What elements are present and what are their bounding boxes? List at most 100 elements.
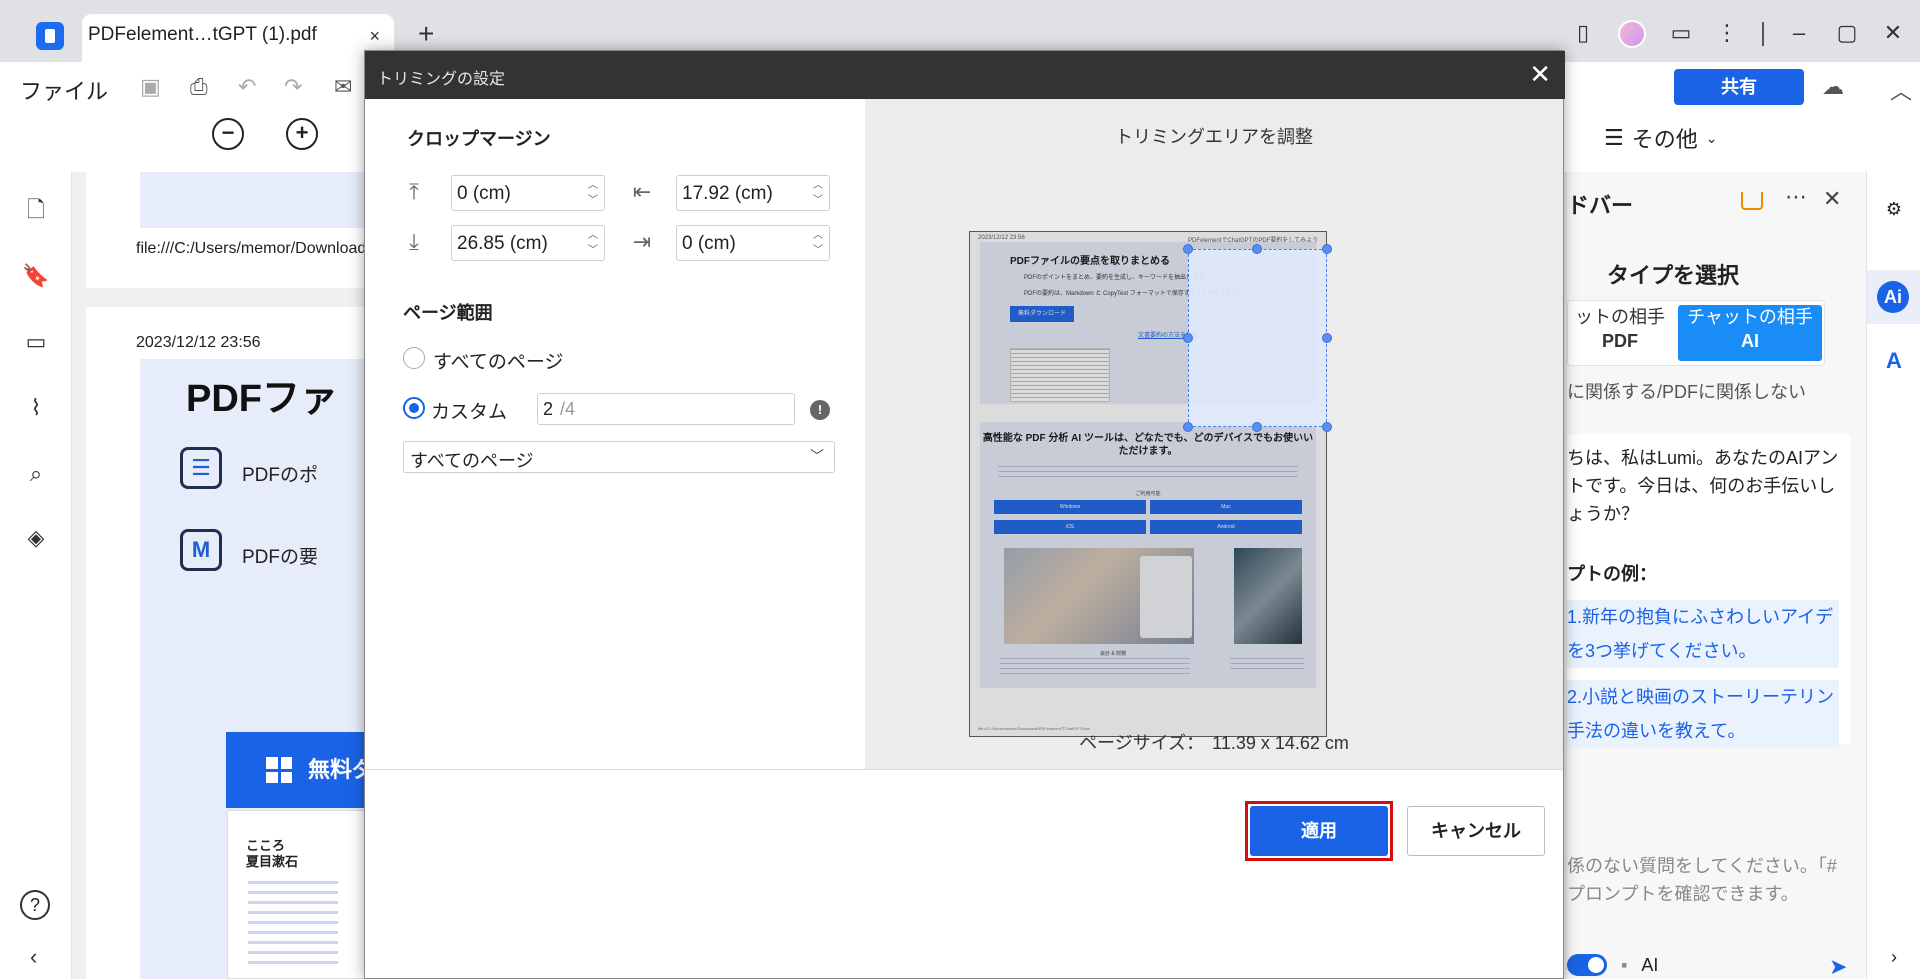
cloud-upload-icon[interactable]: ☁ [1822, 74, 1844, 100]
info-icon[interactable]: ! [810, 400, 830, 420]
sidebar-title: ドバー [1567, 193, 1634, 218]
settings-sliders-icon[interactable]: ⚙ [1881, 196, 1907, 222]
file-menu[interactable]: ファイル [20, 74, 108, 106]
crop-handle[interactable] [1183, 333, 1193, 343]
type-heading: タイプを選択 [1607, 263, 1740, 288]
margin-left-value: 17.92 (cm) [682, 183, 773, 204]
page-range-heading: ページ範囲 [403, 303, 493, 323]
greeting-message: ちは、私はLumi。あなたのAIアントです。今日は、何のお手伝いしょうか？ [1567, 434, 1851, 556]
preview-title: トリミングエリアを調整 [1115, 127, 1313, 147]
margin-right-value: 0 (cm) [682, 233, 736, 254]
crop-handle[interactable] [1252, 422, 1262, 432]
margin-right-input[interactable]: 0 (cm) ︿ ﹀ [676, 225, 830, 261]
stepper-arrows[interactable]: ︿ ﹀ [588, 178, 598, 208]
crop-handle[interactable] [1183, 422, 1193, 432]
example-prompt[interactable]: 1.新年の抱負にふさわしいアイデを3つ挙げてください。 [1567, 600, 1839, 668]
page-size-value: 11.39 x 14.62 cm [1212, 733, 1349, 753]
more-icon[interactable]: ⋯ [1785, 184, 1807, 210]
stepper-arrows[interactable]: ︿ ﹀ [588, 228, 598, 258]
crop-preview-pane: トリミングエリアを調整 2023/12/12 23:56 PDFelementで… [865, 99, 1563, 769]
document-tab[interactable]: PDFelement…tGPT (1).pdf × [82, 14, 394, 62]
margin-left-input[interactable]: 17.92 (cm) ︿ ﹀ [676, 175, 830, 211]
page-subset-select[interactable]: すべてのページ ﹀ [403, 441, 835, 473]
help-icon[interactable]: ? [20, 890, 50, 920]
segment-pdf[interactable]: ットの相手 PDF [1568, 305, 1672, 361]
example-prompt[interactable]: 2.小説と映画のストーリーテリン手法の違いを教えて。 [1567, 680, 1839, 748]
segment-ai-label: チャットの相手 [1687, 307, 1813, 327]
feedback-icon[interactable]: ▭ [1668, 20, 1694, 46]
share-button[interactable]: 共有 [1674, 69, 1804, 105]
minimize-icon[interactable]: – [1786, 20, 1812, 46]
send-icon[interactable]: ➤ [1829, 954, 1847, 979]
crop-margin-heading: クロップマージン [407, 129, 551, 149]
crop-handle[interactable] [1183, 244, 1193, 254]
crop-area[interactable] [1188, 249, 1327, 427]
stepper-arrows[interactable]: ︿ ﹀ [813, 228, 823, 258]
chat-type-segment: ットの相手 PDF チャットの相手 AI [1567, 300, 1825, 366]
crop-handle[interactable] [1252, 244, 1262, 254]
collapse-toolbar-icon[interactable]: ︿ [1890, 74, 1912, 106]
undo-icon[interactable]: ↶ [238, 74, 256, 100]
close-window-icon[interactable]: ✕ [1880, 20, 1906, 46]
ai-toggle-switch[interactable] [1567, 954, 1607, 976]
crop-handle[interactable] [1322, 244, 1332, 254]
collapse-right-icon[interactable]: › [1881, 944, 1907, 970]
margin-top-input[interactable]: 0 (cm) ︿ ﹀ [451, 175, 605, 211]
crop-handle[interactable] [1322, 333, 1332, 343]
page-heading: PDFファ [186, 378, 339, 420]
mail-icon[interactable]: ✉ [334, 74, 352, 100]
kebab-menu-icon[interactable]: ⋮ [1714, 20, 1740, 46]
relation-toggle[interactable]: に関係する/PDFに関係しない [1567, 378, 1806, 404]
segment-pdf-sub: PDF [1602, 331, 1638, 351]
translate-icon[interactable]: A [1881, 348, 1907, 374]
margin-left-icon: ⇤ [632, 179, 652, 204]
avatar[interactable] [1618, 20, 1646, 48]
cancel-button[interactable]: キャンセル [1407, 806, 1545, 856]
bookmark-icon[interactable]: 🔖 [22, 262, 50, 290]
apply-button[interactable]: 適用 [1250, 806, 1388, 856]
new-tab-icon[interactable]: + [418, 20, 434, 48]
stepper-arrows[interactable]: ︿ ﹀ [813, 178, 823, 208]
pdf-page-thumbnail: こころ 夏目漱石 [227, 810, 367, 979]
margin-bottom-icon: ⤓ [409, 229, 419, 254]
attachment-icon[interactable]: ⌇ [22, 394, 50, 422]
tab-close-icon[interactable]: × [369, 26, 380, 47]
maximize-icon[interactable]: ▢ [1834, 20, 1860, 46]
list-icon: ☰ [180, 447, 222, 489]
tab-title: PDFelement…tGPT (1).pdf [88, 24, 317, 45]
segment-ai[interactable]: チャットの相手 AI [1678, 305, 1822, 361]
save-icon[interactable]: ▣ [140, 74, 161, 100]
crop-handle[interactable] [1322, 422, 1332, 432]
custom-radio[interactable] [403, 397, 425, 419]
all-pages-label: すべてのページ [433, 352, 564, 373]
notification-icon[interactable]: ▯ [1570, 20, 1596, 46]
chat-input[interactable]: 係のない質問をしてください。「#プロンプトを確認できます。 [1567, 852, 1847, 908]
custom-page-value: 2 [543, 399, 554, 419]
layers-icon[interactable]: ◈ [22, 524, 50, 552]
redo-icon[interactable]: ↷ [284, 74, 302, 100]
search-icon[interactable]: ⌕ [22, 460, 50, 488]
comment-icon[interactable]: ▭ [22, 328, 50, 356]
chevron-down-icon: ⌄ [1705, 129, 1718, 146]
collapse-left-icon[interactable]: ‹ [30, 944, 37, 970]
custom-page-input[interactable]: 2 /4 [537, 393, 795, 425]
crop-settings-dialog: トリミングの設定 ✕ クロップマージン ⤒ 0 (cm) ︿ ﹀ ⇤ 17.92 … [364, 50, 1565, 979]
page-line: PDFのポ [242, 465, 319, 486]
divider [365, 769, 1563, 770]
more-menu[interactable]: ☰ その他 ⌄ [1604, 122, 1717, 154]
zoom-out-icon[interactable]: − [212, 118, 244, 150]
ai-sidebar: ドバー ⋯ ✕ タイプを選択 ットの相手 PDF チャットの相手 AI に関係す… [1566, 172, 1866, 979]
margin-right-icon: ⇥ [632, 229, 652, 254]
zoom-in-icon[interactable]: + [286, 118, 318, 150]
close-icon[interactable]: ✕ [1529, 59, 1551, 89]
close-icon[interactable]: ✕ [1823, 186, 1841, 212]
page-total: /4 [560, 399, 576, 419]
cart-icon[interactable] [1741, 192, 1763, 210]
page-icon[interactable]: 🗋 [22, 196, 50, 224]
print-icon[interactable]: ⎙ [190, 74, 208, 100]
ai-tool-tab[interactable]: Ai [1867, 270, 1920, 324]
divider [1762, 22, 1764, 46]
windows-icon [266, 757, 292, 783]
margin-bottom-input[interactable]: 26.85 (cm) ︿ ﹀ [451, 225, 605, 261]
all-pages-radio[interactable] [403, 347, 425, 369]
